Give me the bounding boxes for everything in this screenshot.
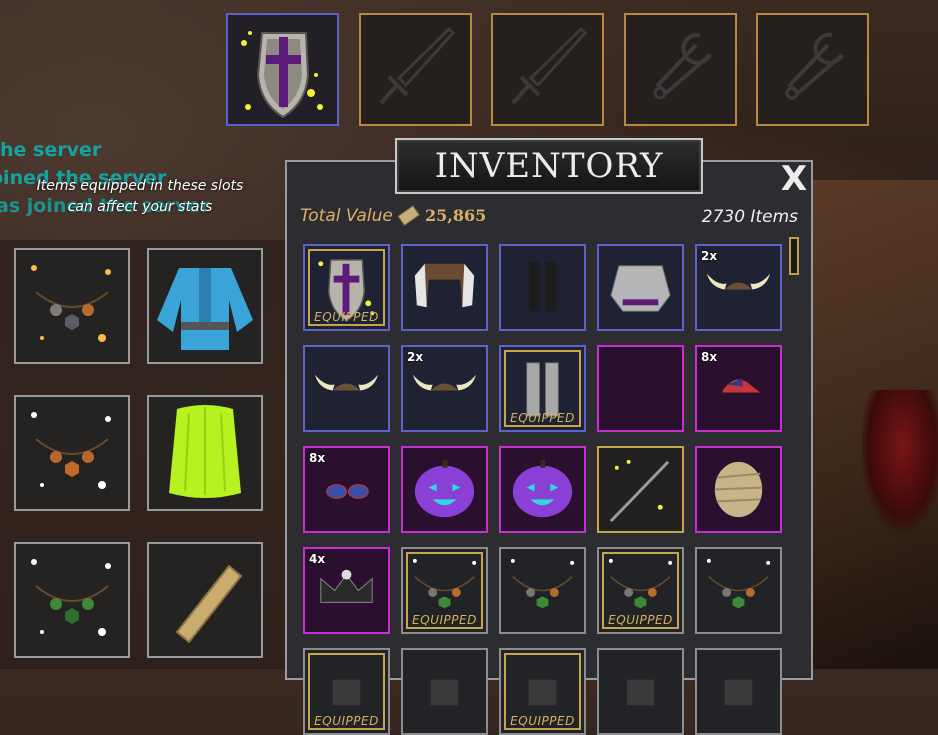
scrollbar[interactable] <box>789 237 799 275</box>
armor-icon <box>610 265 671 312</box>
item-quantity: 4x <box>309 552 326 566</box>
accessory-slot-3[interactable] <box>14 542 130 658</box>
accessory-slot-1[interactable] <box>14 248 130 364</box>
clothing-slot-1[interactable] <box>147 248 263 364</box>
inventory-item[interactable]: EQUIPPED <box>499 345 586 432</box>
tunic-icon <box>157 268 253 350</box>
necklace-icon <box>31 265 111 342</box>
inventory-item[interactable] <box>401 446 488 533</box>
cash-icon <box>397 205 420 226</box>
equip-hint: Items equipped in these slots can affect… <box>36 178 244 215</box>
inventory-item[interactable] <box>303 345 390 432</box>
item-quantity: 2x <box>407 350 424 364</box>
close-button[interactable]: X <box>779 161 809 197</box>
clothing-slot-2[interactable] <box>147 395 263 511</box>
sword-icon <box>511 26 588 105</box>
inventory-item[interactable] <box>401 244 488 331</box>
item-quantity: 8x <box>309 451 326 465</box>
equip-slot-weapon-2[interactable] <box>491 13 604 126</box>
chat-line: he server <box>0 139 102 161</box>
inventory-item[interactable]: EQUIPPED <box>303 648 390 735</box>
sword-icon <box>379 26 456 105</box>
necklace-icon <box>31 559 111 636</box>
inventory-item[interactable] <box>401 648 488 735</box>
equip-slot-weapon-1[interactable] <box>359 13 472 126</box>
equip-slot-tool-1[interactable] <box>624 13 737 126</box>
boots-icon <box>528 261 557 312</box>
inventory-item[interactable] <box>597 648 684 735</box>
equip-slot-shield[interactable] <box>226 13 339 126</box>
necklace-icon <box>706 558 771 609</box>
background-character <box>862 390 938 530</box>
inventory-item[interactable]: 8x <box>303 446 390 533</box>
pumpkin-icon <box>512 459 573 518</box>
total-value: 25,865 <box>425 206 487 225</box>
necklace-icon <box>31 412 111 489</box>
item-quantity: 2x <box>701 249 718 263</box>
equipped-badge: EQUIPPED <box>510 411 575 425</box>
inventory-item[interactable] <box>695 446 782 533</box>
wrench-icon <box>653 32 712 100</box>
inventory-item[interactable]: 8x <box>695 345 782 432</box>
inventory-item[interactable] <box>695 547 782 634</box>
equipped-badge: EQUIPPED <box>608 613 673 627</box>
total-value-label: Total Value <box>300 206 393 226</box>
vest-icon <box>414 263 475 308</box>
wrench-icon <box>785 32 844 100</box>
inventory-item[interactable]: EQUIPPED <box>401 547 488 634</box>
inventory-item[interactable] <box>695 648 782 735</box>
inventory-item[interactable]: EQUIPPED <box>597 547 684 634</box>
equip-slot-tool-2[interactable] <box>756 13 869 126</box>
necklace-icon <box>510 558 575 609</box>
inventory-title: INVENTORY <box>434 146 664 186</box>
inventory-item[interactable] <box>597 345 684 432</box>
equipped-badge: EQUIPPED <box>314 310 379 324</box>
spear-icon <box>609 459 670 523</box>
inventory-title-box: INVENTORY <box>395 138 703 194</box>
equipped-badge: EQUIPPED <box>510 714 575 728</box>
shield-icon <box>241 31 323 119</box>
equipped-badge: EQUIPPED <box>412 613 477 627</box>
inventory-item[interactable] <box>597 446 684 533</box>
item-icon <box>626 679 655 706</box>
item-count: 2730 Items <box>701 207 798 227</box>
item-icon <box>724 679 753 706</box>
inventory-item[interactable]: EQUIPPED <box>303 244 390 331</box>
scroll-slot[interactable] <box>147 542 263 658</box>
cape-icon <box>169 405 241 498</box>
item-quantity: 8x <box>701 350 718 364</box>
inventory-item[interactable] <box>499 547 586 634</box>
item-icon <box>430 679 459 706</box>
mummy-head-icon <box>714 461 763 518</box>
scroll-icon <box>175 564 243 644</box>
pumpkin-icon <box>414 459 475 518</box>
inventory-item[interactable]: 4x <box>303 547 390 634</box>
equipped-badge: EQUIPPED <box>314 714 379 728</box>
inventory-item[interactable]: EQUIPPED <box>499 648 586 735</box>
inventory-item[interactable]: 2x <box>401 345 488 432</box>
horned-helmet-icon <box>314 374 379 391</box>
inventory-item[interactable] <box>499 446 586 533</box>
inventory-item[interactable] <box>499 244 586 331</box>
accessory-slot-2[interactable] <box>14 395 130 511</box>
inventory-item[interactable] <box>597 244 684 331</box>
empty-icon <box>599 347 682 430</box>
inventory-item[interactable]: 2x <box>695 244 782 331</box>
